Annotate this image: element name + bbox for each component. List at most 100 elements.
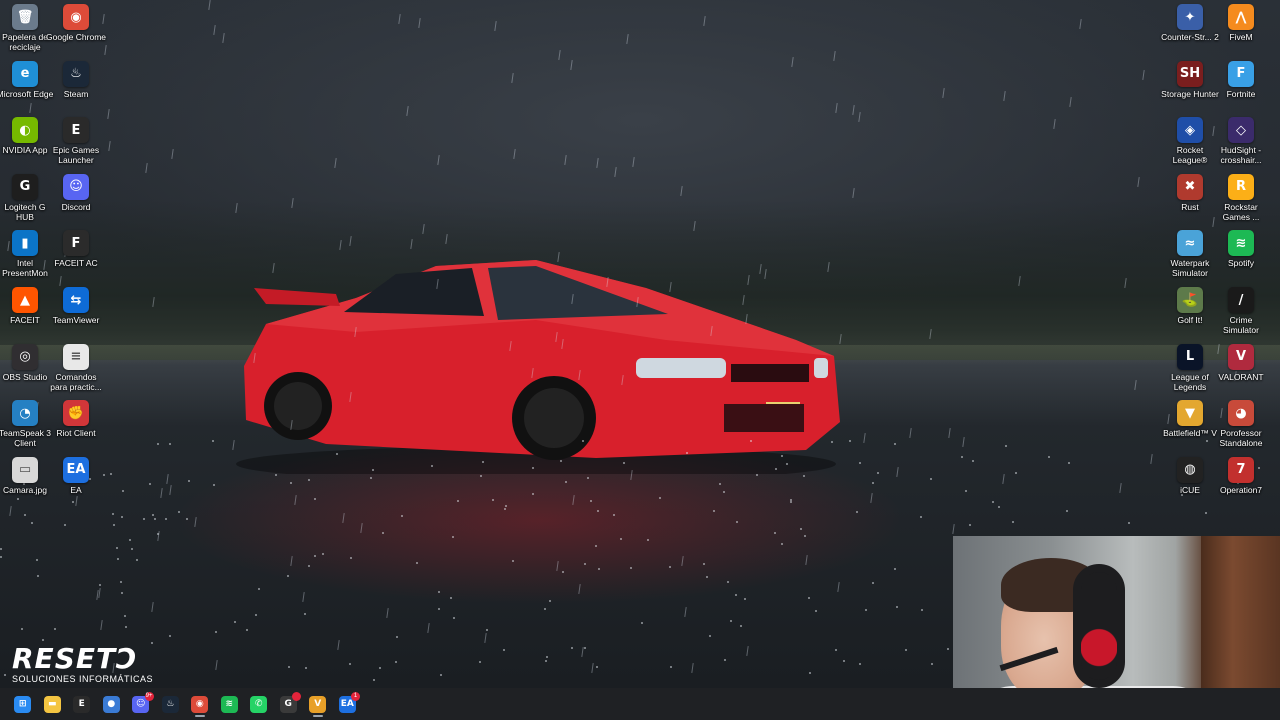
desktop-icon-label: Porofessor Standalone <box>1219 428 1263 449</box>
spotify-icon: ≋ <box>1228 230 1254 257</box>
desktop-icon-ea[interactable]: EA EA <box>50 456 102 495</box>
image-file-icon: ▭ <box>12 456 38 483</box>
whatsapp-button[interactable]: ✆ <box>244 690 274 718</box>
obs-icon: ◎ <box>12 343 38 370</box>
epic-games-icon: E <box>63 117 89 144</box>
desktop-icon-fivem[interactable]: ⋀ FiveM <box>1215 4 1267 42</box>
desktop-icon-text-file[interactable]: ≡ Comandos para practic... <box>50 343 102 392</box>
waterpark-icon: ≈ <box>1177 230 1203 257</box>
drop-icon: ● <box>102 695 120 713</box>
windows-start-icon: ⊞ <box>14 695 32 713</box>
chrome-icon: ◉ <box>63 4 89 30</box>
crime-simulator-icon: / <box>1228 287 1254 313</box>
desktop-icon-faceit[interactable]: ▲ FACEIT <box>0 287 51 325</box>
desktop-icon-storage-hunter[interactable]: SH Storage Hunter <box>1161 60 1219 99</box>
desktop-icon-label: EA <box>70 484 82 495</box>
desktop-icon-recycle-bin[interactable]: 🗑 Papelera de reciclaje <box>0 4 51 52</box>
desktop-icon-image-file[interactable]: ▭ Camara.jpg <box>0 456 51 495</box>
start-button[interactable]: ⊞ <box>8 690 38 718</box>
chrome-button[interactable]: ◉ <box>185 690 215 718</box>
desktop-icon-label: Google Chrome <box>46 32 107 42</box>
desktop-icon-label: Crime Simulator <box>1223 315 1259 335</box>
desktop-icon-label: HudSight - crosshair... <box>1220 145 1262 166</box>
notification-badge: 9+ <box>144 692 154 701</box>
desktop-icon-label: Rockstar Games ... <box>1222 201 1260 222</box>
desktop-icon-steam[interactable]: ♨ Steam <box>50 60 102 99</box>
desktop-icon-obs[interactable]: ◎ OBS Studio <box>0 343 51 382</box>
desktop-icon-porofessor[interactable]: ◕ Porofessor Standalone <box>1215 400 1267 448</box>
logo-tagline: SOLUCIONES INFORMÁTICAS <box>12 674 154 684</box>
desktop-icon-logitech[interactable]: G Logitech G HUB <box>0 173 51 222</box>
desktop-icon-teamspeak[interactable]: ◔ TeamSpeak 3 Client <box>0 400 51 448</box>
desktop-icon-edge[interactable]: e Microsoft Edge <box>0 60 53 99</box>
desktop-icon-epic-games[interactable]: E Epic Games Launcher <box>50 117 102 165</box>
fortnite-icon: F <box>1228 60 1254 87</box>
desktop-icon-label: Riot Client <box>56 428 96 439</box>
league-icon: L <box>1177 343 1203 370</box>
recycle-bin-icon: 🗑 <box>12 4 38 30</box>
desktop-icon-icue[interactable]: ◍ iCUE <box>1164 456 1216 495</box>
presentmon-icon: ▮ <box>12 230 38 257</box>
desktop-icon-riot[interactable]: ✊ Riot Client <box>50 400 102 438</box>
file-explorer-button[interactable]: ▬ <box>38 690 68 718</box>
discord-button[interactable]: ☺ 9+ <box>126 690 156 718</box>
steam-icon: ♨ <box>161 695 179 713</box>
desktop-icon-label: FiveM <box>1229 32 1253 42</box>
desktop-icon-counter-strike[interactable]: ✦ Counter-Str... 2 <box>1161 4 1219 42</box>
spotify-icon: ≋ <box>220 695 238 713</box>
desktop-icon-crime-simulator[interactable]: / Crime Simulator <box>1215 287 1267 335</box>
spotify-button[interactable]: ≋ <box>215 690 245 718</box>
desktop-icon-discord[interactable]: ☺ Discord <box>50 173 102 212</box>
storage-hunter-icon: SH <box>1177 60 1203 87</box>
desktop-icon-label: Discord <box>61 201 91 212</box>
desktop-icon-faceit-ac[interactable]: F FACEIT AC <box>50 230 102 268</box>
logitech-icon: G <box>12 173 38 200</box>
video-editor-button[interactable]: V <box>303 690 333 718</box>
folder-icon: ▬ <box>43 695 61 713</box>
desktop-icon-spotify[interactable]: ≋ Spotify <box>1215 230 1267 268</box>
desktop-icon-operation7[interactable]: 7 Operation7 <box>1215 456 1267 495</box>
desktop-icon-fortnite[interactable]: F Fortnite <box>1215 60 1267 99</box>
ea-button[interactable]: EA 1 <box>333 690 363 718</box>
desktop-icon-chrome[interactable]: ◉ Google Chrome <box>46 4 106 42</box>
fivem-icon: ⋀ <box>1228 4 1254 30</box>
desktop-icon-teamviewer[interactable]: ⇆ TeamViewer <box>50 287 102 325</box>
notification-badge: 1 <box>351 692 360 701</box>
operation7-icon: 7 <box>1228 456 1254 483</box>
desktop-icon-presentmon[interactable]: ▮ Intel PresentMon <box>0 230 51 278</box>
icue-icon: ◍ <box>1177 456 1203 483</box>
rust-icon: ✖ <box>1177 173 1203 200</box>
desktop-icon-rockstar[interactable]: R Rockstar Games ... <box>1215 173 1267 222</box>
rocket-league-icon: ◈ <box>1177 117 1203 144</box>
riot-icon: ✊ <box>63 400 89 427</box>
notification-badge <box>292 692 301 701</box>
golf-it-icon: ⛳ <box>1177 287 1203 313</box>
text-file-icon: ≡ <box>63 343 89 370</box>
desktop-icon-waterpark[interactable]: ≈ Waterpark Simulator <box>1164 230 1216 278</box>
desktop-icon-hudsight[interactable]: ◇ HudSight - crosshair... <box>1215 117 1267 165</box>
reset-logo: RESETↃ SOLUCIONES INFORMÁTICAS <box>12 642 154 685</box>
desktop-icon-league[interactable]: L League of Legends <box>1164 343 1216 392</box>
steam-button[interactable]: ♨ <box>156 690 186 718</box>
steam-icon: ♨ <box>63 60 89 87</box>
desktop-icon-battlefield[interactable]: ▼ Battlefield™ V <box>1163 400 1217 438</box>
desktop-icon-nvidia[interactable]: ◐ NVIDIA App <box>0 117 51 155</box>
desktop-icon-label: FACEIT AC <box>54 258 98 269</box>
desktop-icon-label: Steam <box>63 88 89 99</box>
valorant-icon: V <box>1228 343 1254 370</box>
taskbar: ⊞ ▬ E ● ☺ 9+ ♨ ◉ ≋ ✆ G V EA 1 <box>0 688 1280 720</box>
logitech-button[interactable]: G <box>274 690 304 718</box>
epic-games-icon: E <box>73 695 91 713</box>
desktop-icon-golf-it[interactable]: ⛳ Golf It! <box>1164 287 1216 325</box>
epic-games-button[interactable]: E <box>67 690 97 718</box>
ea-icon: EA <box>63 456 89 483</box>
desktop-icon-rust[interactable]: ✖ Rust <box>1164 173 1216 212</box>
faceit-icon: ▲ <box>12 287 38 313</box>
desktop-icon-label: VALORANT <box>1218 371 1264 382</box>
desktop-icon-rocket-league[interactable]: ◈ Rocket League® <box>1164 117 1216 165</box>
logo-wordmark: RESETↃ <box>12 642 138 675</box>
desktop-icon-valorant[interactable]: V VALORANT <box>1215 343 1267 382</box>
desktop-icon-label: Fortnite <box>1226 88 1256 99</box>
teamviewer-icon: ⇆ <box>63 287 89 313</box>
app-drop-button[interactable]: ● <box>97 690 127 718</box>
